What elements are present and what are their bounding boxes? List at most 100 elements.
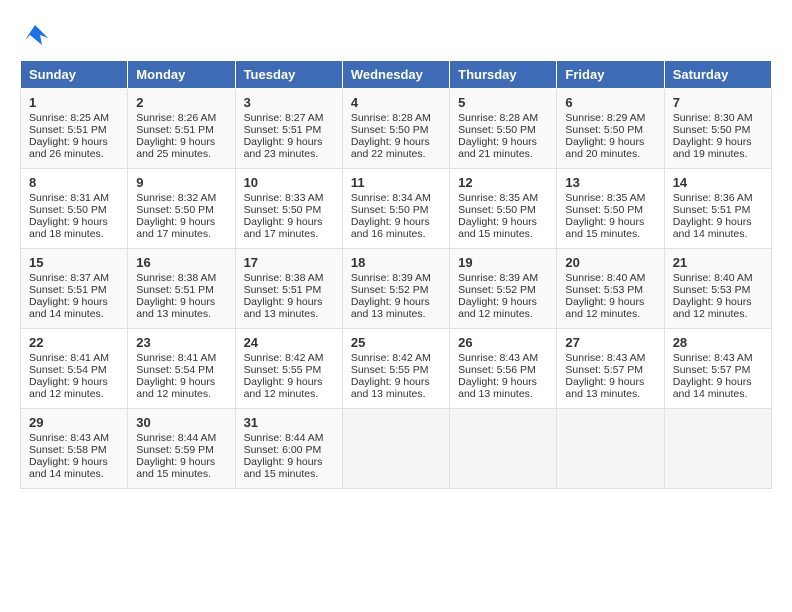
calendar-header-row: SundayMondayTuesdayWednesdayThursdayFrid… [21, 61, 772, 89]
day-info: Sunrise: 8:39 AM [458, 272, 548, 284]
day-number: 17 [244, 255, 334, 270]
day-number: 2 [136, 95, 226, 110]
calendar-cell: 2Sunrise: 8:26 AMSunset: 5:51 PMDaylight… [128, 89, 235, 169]
day-info: Daylight: 9 hours and 22 minutes. [351, 136, 441, 160]
day-info: Daylight: 9 hours and 17 minutes. [244, 216, 334, 240]
day-info: Sunrise: 8:29 AM [565, 112, 655, 124]
day-info: Daylight: 9 hours and 14 minutes. [673, 376, 763, 400]
day-info: Daylight: 9 hours and 25 minutes. [136, 136, 226, 160]
calendar-cell [450, 409, 557, 489]
day-info: Sunset: 5:51 PM [244, 124, 334, 136]
day-header-tuesday: Tuesday [235, 61, 342, 89]
day-info: Daylight: 9 hours and 13 minutes. [351, 296, 441, 320]
calendar-cell: 14Sunrise: 8:36 AMSunset: 5:51 PMDayligh… [664, 169, 771, 249]
day-info: Sunset: 5:50 PM [565, 204, 655, 216]
calendar-week-row: 1Sunrise: 8:25 AMSunset: 5:51 PMDaylight… [21, 89, 772, 169]
day-info: Sunset: 5:51 PM [29, 124, 119, 136]
calendar-cell: 30Sunrise: 8:44 AMSunset: 5:59 PMDayligh… [128, 409, 235, 489]
day-info: Sunset: 5:52 PM [458, 284, 548, 296]
day-number: 7 [673, 95, 763, 110]
day-info: Sunrise: 8:35 AM [458, 192, 548, 204]
day-info: Daylight: 9 hours and 13 minutes. [565, 376, 655, 400]
day-info: Sunrise: 8:34 AM [351, 192, 441, 204]
day-number: 26 [458, 335, 548, 350]
day-number: 20 [565, 255, 655, 270]
calendar-cell: 1 Sunrise: 8:25 AMSunset: 5:51 PMDaylight… [21, 89, 128, 169]
calendar-cell: 18Sunrise: 8:39 AMSunset: 5:52 PMDayligh… [342, 249, 449, 329]
day-info: Sunrise: 8:43 AM [673, 352, 763, 364]
day-number: 28 [673, 335, 763, 350]
day-info: Daylight: 9 hours and 12 minutes. [565, 296, 655, 320]
day-info: Daylight: 9 hours and 18 minutes. [29, 216, 119, 240]
calendar-cell: 11Sunrise: 8:34 AMSunset: 5:50 PMDayligh… [342, 169, 449, 249]
day-header-friday: Friday [557, 61, 664, 89]
calendar-cell: 20Sunrise: 8:40 AMSunset: 5:53 PMDayligh… [557, 249, 664, 329]
calendar-cell: 7 Sunrise: 8:30 AMSunset: 5:50 PMDaylight… [664, 89, 771, 169]
day-number: 10 [244, 175, 334, 190]
day-info: Sunrise: 8:42 AM [351, 352, 441, 364]
day-number: 1 [29, 95, 119, 110]
day-info: Sunrise: 8:28 AM [351, 112, 441, 124]
day-info: Sunrise: 8:44 AM [136, 432, 226, 444]
day-info: Sunset: 5:50 PM [673, 124, 763, 136]
day-info: Daylight: 9 hours and 12 minutes. [136, 376, 226, 400]
day-info: Daylight: 9 hours and 13 minutes. [351, 376, 441, 400]
day-number: 22 [29, 335, 119, 350]
day-info: Daylight: 9 hours and 14 minutes. [29, 296, 119, 320]
calendar-cell: 16Sunrise: 8:38 AMSunset: 5:51 PMDayligh… [128, 249, 235, 329]
day-number: 29 [29, 415, 119, 430]
day-info: Sunset: 5:53 PM [673, 284, 763, 296]
day-info: Sunrise: 8:30 AM [673, 112, 763, 124]
day-number: 16 [136, 255, 226, 270]
day-info: Sunset: 5:50 PM [458, 124, 548, 136]
day-info: Sunrise: 8:32 AM [136, 192, 226, 204]
day-info: Sunset: 5:55 PM [351, 364, 441, 376]
calendar-cell: 22Sunrise: 8:41 AMSunset: 5:54 PMDayligh… [21, 329, 128, 409]
day-info: Daylight: 9 hours and 13 minutes. [136, 296, 226, 320]
calendar-cell: 6 Sunrise: 8:29 AMSunset: 5:50 PMDaylight… [557, 89, 664, 169]
day-info: Sunset: 5:51 PM [673, 204, 763, 216]
day-info: Sunset: 5:53 PM [565, 284, 655, 296]
day-info: Sunset: 5:50 PM [565, 124, 655, 136]
day-info: Daylight: 9 hours and 20 minutes. [565, 136, 655, 160]
calendar-table: SundayMondayTuesdayWednesdayThursdayFrid… [20, 60, 772, 489]
day-info: Sunrise: 8:42 AM [244, 352, 334, 364]
day-info: Daylight: 9 hours and 13 minutes. [244, 296, 334, 320]
day-info: Sunset: 5:55 PM [244, 364, 334, 376]
day-info: Sunset: 5:59 PM [136, 444, 226, 456]
day-info: Sunrise: 8:35 AM [565, 192, 655, 204]
day-info: Daylight: 9 hours and 19 minutes. [673, 136, 763, 160]
calendar-cell: 21Sunrise: 8:40 AMSunset: 5:53 PMDayligh… [664, 249, 771, 329]
day-info: Daylight: 9 hours and 12 minutes. [244, 376, 334, 400]
calendar-cell [664, 409, 771, 489]
day-header-saturday: Saturday [664, 61, 771, 89]
day-info: Daylight: 9 hours and 14 minutes. [29, 456, 119, 480]
day-number: 12 [458, 175, 548, 190]
calendar-cell: 10Sunrise: 8:33 AMSunset: 5:50 PMDayligh… [235, 169, 342, 249]
day-info: Daylight: 9 hours and 26 minutes. [29, 136, 119, 160]
day-header-monday: Monday [128, 61, 235, 89]
day-header-thursday: Thursday [450, 61, 557, 89]
day-info: Sunrise: 8:44 AM [244, 432, 334, 444]
day-info: Sunrise: 8:41 AM [136, 352, 226, 364]
calendar-week-row: 22Sunrise: 8:41 AMSunset: 5:54 PMDayligh… [21, 329, 772, 409]
calendar-cell: 15Sunrise: 8:37 AMSunset: 5:51 PMDayligh… [21, 249, 128, 329]
day-number: 3 [244, 95, 334, 110]
day-info: Daylight: 9 hours and 23 minutes. [244, 136, 334, 160]
day-info: Sunrise: 8:38 AM [244, 272, 334, 284]
calendar-week-row: 8Sunrise: 8:31 AMSunset: 5:50 PMDaylight… [21, 169, 772, 249]
day-info: Sunrise: 8:39 AM [351, 272, 441, 284]
day-number: 6 [565, 95, 655, 110]
day-number: 31 [244, 415, 334, 430]
calendar-cell: 12Sunrise: 8:35 AMSunset: 5:50 PMDayligh… [450, 169, 557, 249]
day-info: Sunset: 5:50 PM [351, 204, 441, 216]
calendar-week-row: 29Sunrise: 8:43 AMSunset: 5:58 PMDayligh… [21, 409, 772, 489]
day-info: Sunrise: 8:25 AM [29, 112, 119, 124]
calendar-cell: 29Sunrise: 8:43 AMSunset: 5:58 PMDayligh… [21, 409, 128, 489]
day-info: Sunset: 5:57 PM [673, 364, 763, 376]
logo-icon [20, 20, 50, 50]
day-number: 19 [458, 255, 548, 270]
calendar-cell: 27Sunrise: 8:43 AMSunset: 5:57 PMDayligh… [557, 329, 664, 409]
day-number: 15 [29, 255, 119, 270]
day-number: 4 [351, 95, 441, 110]
